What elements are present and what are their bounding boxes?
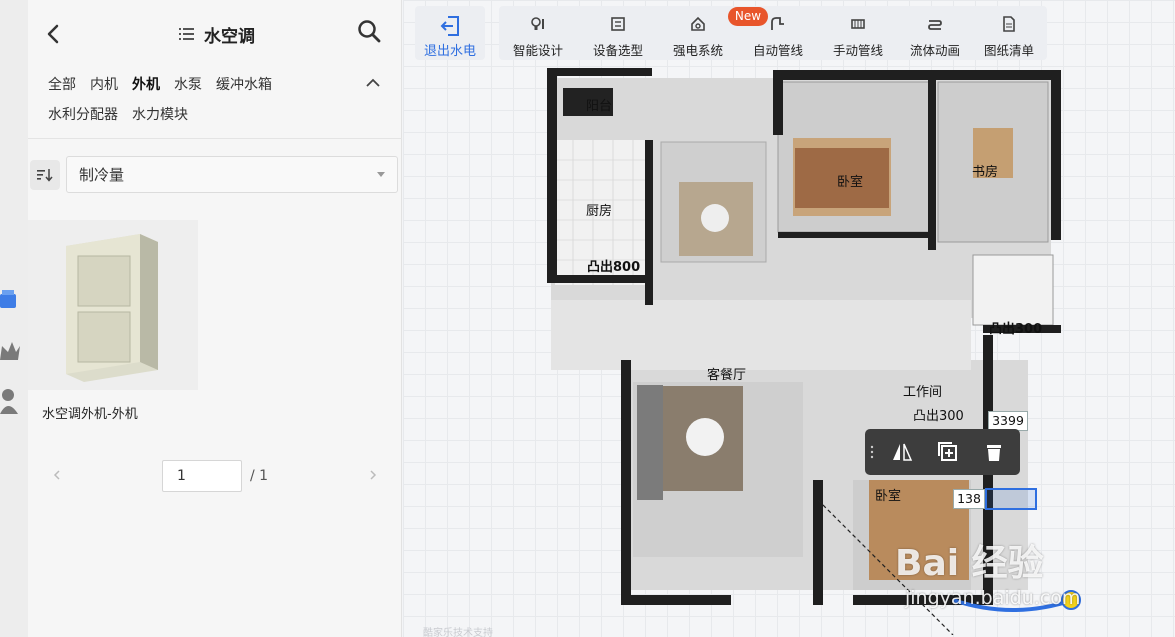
room-label-bath-bay: 凸出300 [989,322,1043,337]
footer-note: 酷家乐技术支持 [423,628,493,637]
category-filter: 全部 内机 外机 水泵 缓冲水箱 水利分配器 水力模块 [48,70,388,128]
tool-label: 图纸清单 [983,43,1034,58]
trash-icon[interactable] [981,439,1007,465]
tool-label: 手动管线 [832,43,883,58]
tool-manual-pipeline[interactable]: 手动管线 [819,6,897,60]
tool-label: 自动管线 [752,43,803,58]
back-button[interactable] [42,22,66,46]
room-label-living: 客餐厅 [707,368,747,383]
watermark-brand: Bai 经验 [895,543,1044,584]
tool-label: 流体动画 [909,43,960,58]
manual-pipe-icon [851,19,865,29]
tool-drawing-list[interactable]: 图纸清单 [973,6,1045,60]
room-label-study: 书房 [972,165,999,180]
tool-label: 强电系统 [672,43,723,58]
selected-outdoor-unit[interactable] [985,488,1037,510]
tool-label: 设备选型 [592,43,643,58]
room-label-kitchen: 厨房 [586,204,613,219]
drawing-list-icon [1003,16,1015,32]
category-all[interactable]: 全部 [48,74,76,94]
product-thumbnail [28,220,198,390]
category-outdoor[interactable]: 外机 [132,74,160,94]
product-card[interactable] [28,220,198,390]
tool-device-selection[interactable]: 设备选型 [579,6,657,60]
box-icon[interactable] [0,286,22,314]
page-input[interactable]: 1 [162,460,242,492]
category-distributor[interactable]: 水利分配器 [48,104,118,124]
power-icon [691,16,705,31]
bulb-icon [531,17,544,30]
mirror-icon[interactable] [889,439,915,465]
room-label-utility-bay: 凸出300 [913,409,964,424]
category-buffer-tank[interactable]: 缓冲水箱 [216,74,272,94]
dimension-label-3399[interactable]: 3399 [988,411,1028,431]
room-label-bedroom-small: 卧室 [875,489,902,504]
room-label-utility: 工作间 [903,385,943,400]
sort-select-value: 制冷量 [79,166,125,184]
duplicate-icon[interactable] [935,439,961,465]
tool-label: 智能设计 [512,43,563,58]
panel-title-group: 水空调 [178,20,255,48]
sort-icon [37,169,53,182]
tool-fluid-animation[interactable]: 流体动画 [899,6,971,60]
chevron-right-icon[interactable] [366,468,380,482]
chevron-up-icon[interactable] [364,76,382,90]
device-icon [611,17,625,31]
auto-pipe-icon [771,17,784,30]
category-pump[interactable]: 水泵 [174,74,202,94]
panel-title: 水空调 [204,26,255,47]
divider [28,138,402,139]
left-icon-strip [0,0,28,637]
room-label-bedroom-main: 卧室 [837,175,864,190]
tool-smart-design[interactable]: 智能设计 [499,6,577,60]
sort-toggle-button[interactable] [30,160,60,190]
category-hydraulic-module[interactable]: 水力模块 [132,104,188,124]
category-row-1: 全部 内机 外机 水泵 缓冲水箱 [48,70,388,98]
crown-icon[interactable] [0,338,22,366]
tool-power-system[interactable]: 强电系统 [659,6,737,60]
category-indoor[interactable]: 内机 [90,74,118,94]
design-canvas[interactable]: 退出水电 智能设计 设备选型 强电系统 自动管线 手动管线 流体动画 图纸清单 … [403,0,1175,637]
sort-select[interactable]: 制冷量 [66,156,398,193]
watermark-url: jingyan.baidu.com [905,587,1081,609]
main-toolbar: 智能设计 设备选型 强电系统 自动管线 手动管线 流体动画 图纸清单 New [499,6,1047,60]
equipment-panel: 水空调 全部 内机 外机 水泵 缓冲水箱 水利分配器 水力模块 制冷量 水空调外… [28,0,402,637]
user-icon[interactable] [0,386,22,414]
panel-header: 水空调 [28,0,402,64]
exit-icon [440,16,459,36]
fluid-icon [928,20,942,30]
dimension-label-138[interactable]: 138 [953,489,985,509]
object-context-menu [865,429,1020,475]
category-row-2: 水利分配器 水力模块 [48,100,388,128]
product-name: 水空调外机-外机 [42,407,138,422]
search-icon[interactable] [356,18,382,44]
page-total: / 1 [250,468,269,484]
caret-down-icon [377,172,385,177]
new-badge: New [728,7,768,26]
list-icon [179,28,194,40]
room-label-balcony: 阳台 [586,99,613,114]
exit-label: 退出水电 [423,44,476,59]
pagination: 1 / 1 [28,458,402,494]
exit-water-electric-button[interactable]: 退出水电 [415,6,485,60]
chevron-left-icon[interactable] [50,468,64,482]
drag-handle-icon[interactable] [869,444,875,460]
room-label-kitchen-bay: 凸出800 [587,260,641,275]
